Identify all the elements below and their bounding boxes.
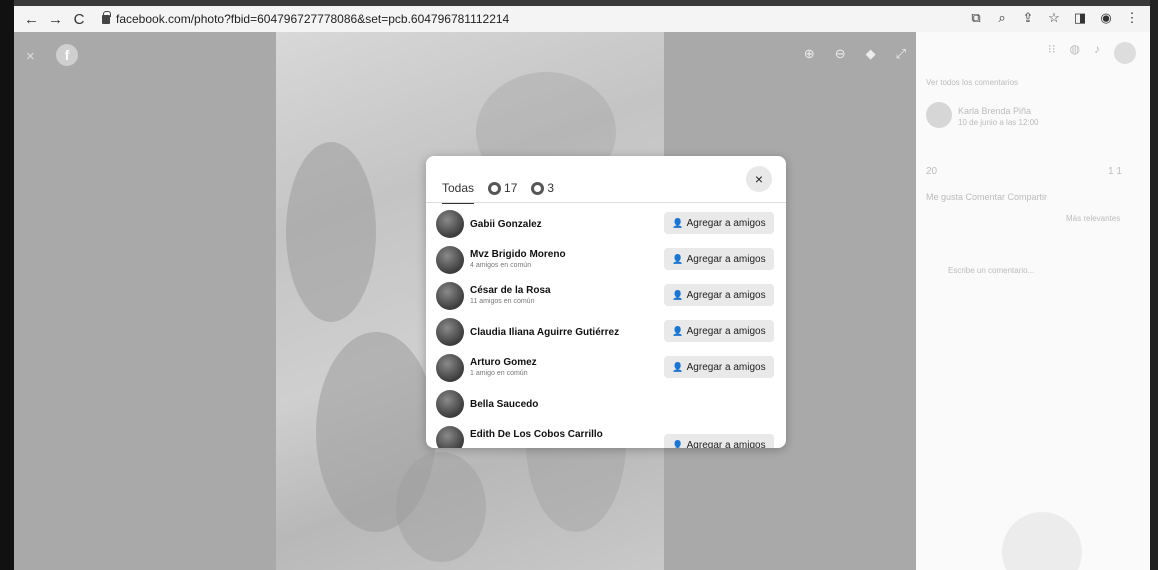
notifications-icon[interactable]: ♪ (1094, 42, 1100, 64)
avatar[interactable] (436, 246, 464, 274)
add-friend-button[interactable]: 👤 Agregar a amigos (664, 320, 774, 342)
viewer-tools: ⊕ ⊖ ◆ ⤢ (804, 46, 906, 62)
author-name[interactable]: Karla Brenda Piña (958, 106, 1031, 116)
account-avatar[interactable] (1114, 42, 1136, 64)
post-date: 10 de junio a las 12:00 (958, 118, 1039, 127)
list-item: Claudia Iliana Aguirre Gutiérrez 👤 Agrega… (426, 316, 786, 350)
reactions-dialog: Todas 17 3 × Gabii Gonzalez 👤 Agregar a a… (426, 156, 786, 448)
tab-all[interactable]: Todas (442, 181, 475, 204)
fullscreen-icon[interactable]: ⤢ (896, 46, 906, 62)
add-friend-icon: 👤 (672, 362, 684, 372)
avatar[interactable] (436, 210, 464, 238)
close-viewer-button[interactable]: × (26, 48, 35, 65)
comment-share-count: 1 1 (1108, 166, 1122, 177)
add-friend-button[interactable]: 👤 Agregar a amigos (664, 248, 774, 270)
person-name[interactable]: Mvz Brigido Moreno (470, 249, 566, 260)
love-reaction-icon (531, 181, 545, 195)
person-name[interactable]: Arturo Gomez (470, 357, 537, 368)
back-button[interactable]: ← (24, 11, 39, 28)
list-item: Arturo Gomez 1 amigo en común 👤 Agregar a… (426, 352, 786, 386)
tag-icon[interactable]: ◆ (866, 46, 876, 62)
reaction-count[interactable]: 20 (926, 166, 937, 177)
author-avatar[interactable] (926, 102, 952, 128)
messenger-icon[interactable]: ◍ (1070, 42, 1080, 64)
reaction-tabs: Todas 17 3 (442, 172, 554, 204)
like-reaction-icon (488, 181, 502, 195)
facebook-logo-icon[interactable]: f (56, 44, 78, 66)
avatar[interactable] (436, 390, 464, 418)
add-friend-icon: 👤 (672, 326, 684, 336)
sidepanel-icon[interactable]: ◨ (1072, 10, 1088, 26)
person-name[interactable]: Gabii Gonzalez (470, 219, 542, 230)
comment-input[interactable]: Escribe un comentario... (948, 266, 1034, 275)
browser-icons: ⧉ ⌕ ⇪ ☆ ◨ ◉ ⋮ (968, 10, 1140, 26)
tab-like[interactable]: 17 (488, 181, 517, 204)
zoom-icon[interactable]: ⌕ (994, 10, 1010, 26)
avatar[interactable] (436, 426, 464, 448)
post-actions[interactable]: Me gusta Comentar Compartir (926, 192, 1047, 202)
profile-icon[interactable]: ◉ (1098, 10, 1114, 26)
mutual-friends: 11 amigos en común (470, 298, 535, 305)
add-friend-button[interactable]: 👤 Agregar a amigos (664, 356, 774, 378)
screenshot-frame: ← → C facebook.com/photo?fbid=6047967277… (0, 0, 1158, 570)
avatar[interactable] (436, 354, 464, 382)
zoom-in-icon[interactable]: ⊕ (804, 46, 815, 62)
decorative-circle (1002, 512, 1082, 570)
add-friend-button[interactable]: 👤 Agregar a amigos (664, 434, 774, 448)
add-friend-button[interactable]: 👤 Agregar a amigos (664, 284, 774, 306)
url-text: facebook.com/photo?fbid=604796727778086&… (116, 12, 510, 26)
add-friend-button[interactable]: 👤 Agregar a amigos (664, 212, 774, 234)
list-item: Bella Saucedo (426, 388, 786, 422)
share-icon[interactable]: ⇪ (1020, 10, 1036, 26)
menu-icon[interactable]: ⋮ (1124, 10, 1140, 26)
add-friend-icon: 👤 (672, 440, 684, 448)
mutual-friends: 1 amigo en común (470, 370, 528, 377)
address-bar[interactable]: facebook.com/photo?fbid=604796727778086&… (102, 10, 510, 26)
list-item: Gabii Gonzalez 👤 Agregar a amigos (426, 208, 786, 242)
list-item: César de la Rosa 11 amigos en común 👤 Agr… (426, 280, 786, 314)
browser-toolbar: ← → C facebook.com/photo?fbid=6047967277… (14, 6, 1150, 32)
apps-icon[interactable]: ⁝⁝ (1048, 42, 1056, 64)
add-friend-icon: 👤 (672, 218, 684, 228)
screenshot-icon[interactable]: ⧉ (968, 10, 984, 26)
person-name[interactable]: Bella Saucedo (470, 399, 538, 410)
relevance-dropdown[interactable]: Más relevantes (1066, 214, 1120, 223)
sidebar-icons: ⁝⁝ ◍ ♪ (1048, 42, 1136, 64)
forward-button[interactable]: → (48, 11, 63, 28)
avatar[interactable] (436, 282, 464, 310)
lock-icon (102, 10, 111, 24)
avatar[interactable] (436, 318, 464, 346)
tab-love[interactable]: 3 (531, 181, 554, 204)
add-friend-icon: 👤 (672, 254, 684, 264)
list-item: Mvz Brigido Moreno 4 amigos en común 👤 Ag… (426, 244, 786, 278)
star-icon[interactable]: ☆ (1046, 10, 1062, 26)
zoom-out-icon[interactable]: ⊖ (835, 46, 846, 62)
person-name[interactable]: César de la Rosa (470, 285, 551, 296)
mutual-friends: 4 amigos en común (470, 262, 532, 269)
reload-button[interactable]: C (72, 11, 86, 28)
person-name[interactable]: Edith De Los Cobos Carrillo (470, 429, 603, 440)
add-friend-icon: 👤 (672, 290, 684, 300)
close-dialog-button[interactable]: × (746, 166, 772, 192)
list-item: Edith De Los Cobos Carrillo 👤 Agregar a a… (426, 424, 786, 448)
view-comments-link[interactable]: Ver todos los comentarios (926, 78, 1018, 87)
post-sidebar: ⁝⁝ ◍ ♪ Ver todos los comentarios Karla B… (916, 32, 1150, 570)
person-name[interactable]: Claudia Iliana Aguirre Gutiérrez (470, 327, 619, 338)
tab-divider (426, 202, 786, 203)
